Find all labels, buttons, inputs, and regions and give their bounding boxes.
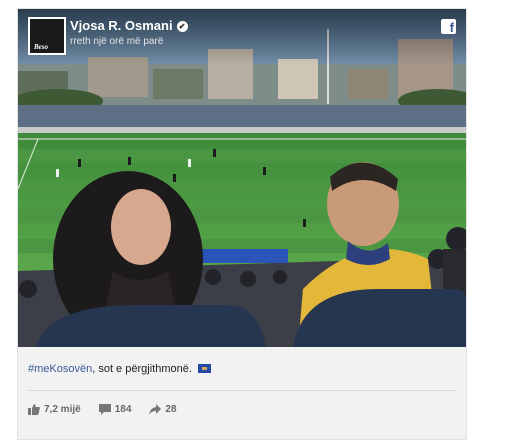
embedded-post: Beso Vjosa R. Osmani ✔ rreth një orë më p… — [17, 8, 467, 440]
avatar-text: Beso — [34, 43, 48, 51]
post-header: Beso Vjosa R. Osmani ✔ rreth një orë më p… — [18, 9, 466, 65]
comment-count: 184 — [114, 404, 132, 415]
share-arrow-icon — [149, 404, 162, 415]
comment-icon — [98, 404, 111, 415]
engagement-bar: 7,2 mijë 184 28 — [28, 404, 195, 415]
author-name-link[interactable]: Vjosa R. Osmani ✔ — [70, 18, 188, 33]
post-caption: #meKosovën, sot e përgjithmonë. — [28, 363, 211, 375]
post-timestamp[interactable]: rreth një orë më parë — [70, 36, 163, 47]
author-name: Vjosa R. Osmani — [70, 18, 173, 33]
post-photo[interactable]: Beso Vjosa R. Osmani ✔ rreth një orë më p… — [18, 9, 466, 347]
like-count: 7,2 mijë — [44, 404, 81, 415]
thumbs-up-icon — [28, 404, 40, 415]
like-button[interactable]: 7,2 mijë — [28, 404, 81, 415]
share-count: 28 — [165, 404, 177, 415]
hashtag-link[interactable]: #meKosovën — [28, 363, 92, 375]
comment-button[interactable]: 184 — [98, 404, 132, 415]
kosovo-flag-emoji — [197, 364, 211, 373]
facebook-icon[interactable]: f — [441, 19, 456, 34]
caption-text: , sot e përgjithmonë. — [92, 363, 192, 375]
divider — [28, 390, 456, 391]
author-avatar[interactable]: Beso — [28, 17, 66, 55]
verified-check-icon: ✔ — [176, 21, 188, 32]
share-button[interactable]: 28 — [149, 404, 177, 415]
